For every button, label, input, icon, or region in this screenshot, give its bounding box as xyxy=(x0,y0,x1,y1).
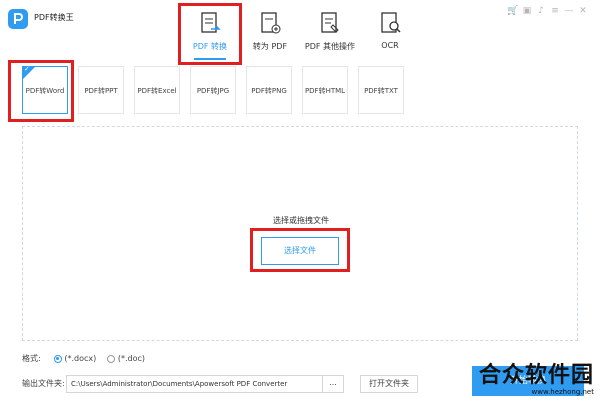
gift-icon[interactable]: ▣ xyxy=(520,6,534,16)
title-bar: PDF转换王 PDF 转换 转为 PDF PDF 其他操作 OCR 🛒 ▣ ♪ … xyxy=(0,0,600,60)
watermark-url: www.hezhong.net xyxy=(531,388,595,396)
option-label: PDF转Excel xyxy=(137,87,177,95)
output-path-field[interactable]: C:\Users\Administrator\Documents\Apowers… xyxy=(66,375,340,393)
watermark: 合众软件园 www.hezhong.net xyxy=(454,364,594,397)
browse-button[interactable]: ... xyxy=(322,375,344,393)
format-label: 格式: xyxy=(22,354,41,363)
option-pdf-to-png[interactable]: PDF转PNG xyxy=(246,66,292,114)
drop-hint: 选择或拖拽文件 xyxy=(273,216,329,225)
option-pdf-to-txt[interactable]: PDF转TXT xyxy=(358,66,404,114)
option-pdf-to-jpg[interactable]: PDF转JPG xyxy=(190,66,236,114)
open-folder-button[interactable]: 打开文件夹 xyxy=(360,375,418,393)
conversion-options: ✓ PDF转Word PDF转PPT PDF转Excel PDF转JPG PDF… xyxy=(0,62,600,122)
minimize-icon[interactable]: — xyxy=(562,6,576,16)
radio-doc[interactable] xyxy=(107,354,116,363)
radio-docx-label: (*.docx) xyxy=(64,354,97,363)
highlight-option-box xyxy=(8,60,74,122)
app-title: PDF转换王 xyxy=(34,13,74,22)
close-icon[interactable]: ✕ xyxy=(576,6,590,16)
tab-pdf-other[interactable]: PDF 其他操作 xyxy=(300,6,360,64)
to-pdf-icon xyxy=(261,12,281,34)
cart-icon[interactable]: 🛒 xyxy=(506,6,520,16)
tab-pdf-other-label: PDF 其他操作 xyxy=(304,42,356,51)
highlight-tab-box xyxy=(178,3,242,65)
option-pdf-to-html[interactable]: PDF转HTML xyxy=(302,66,348,114)
tab-to-pdf-label: 转为 PDF xyxy=(252,42,288,51)
app-logo-icon xyxy=(8,9,28,29)
tab-ocr-label: OCR xyxy=(381,41,399,50)
option-label: PDF转PNG xyxy=(251,87,287,95)
watermark-title: 合众软件园 xyxy=(478,363,594,388)
option-label: PDF转PPT xyxy=(84,87,118,95)
format-row: 格式: (*.docx) (*.doc) xyxy=(22,352,145,366)
window-controls: 🛒 ▣ ♪ ≡ — ✕ xyxy=(506,6,590,16)
option-label: PDF转JPG xyxy=(196,87,230,95)
tab-to-pdf[interactable]: 转为 PDF xyxy=(240,6,300,64)
option-label: PDF转HTML xyxy=(304,87,346,95)
pdf-other-icon xyxy=(321,12,339,33)
option-label: PDF转TXT xyxy=(364,87,398,95)
tab-ocr[interactable]: OCR xyxy=(360,6,420,64)
radio-docx[interactable] xyxy=(53,354,62,363)
option-pdf-to-ppt[interactable]: PDF转PPT xyxy=(78,66,124,114)
menu-icon[interactable]: ≡ xyxy=(548,6,562,16)
option-pdf-to-excel[interactable]: PDF转Excel xyxy=(134,66,180,114)
highlight-select-box xyxy=(250,228,350,272)
radio-doc-label: (*.doc) xyxy=(117,354,146,363)
bell-icon[interactable]: ♪ xyxy=(534,6,548,16)
ocr-search-icon xyxy=(381,12,401,33)
